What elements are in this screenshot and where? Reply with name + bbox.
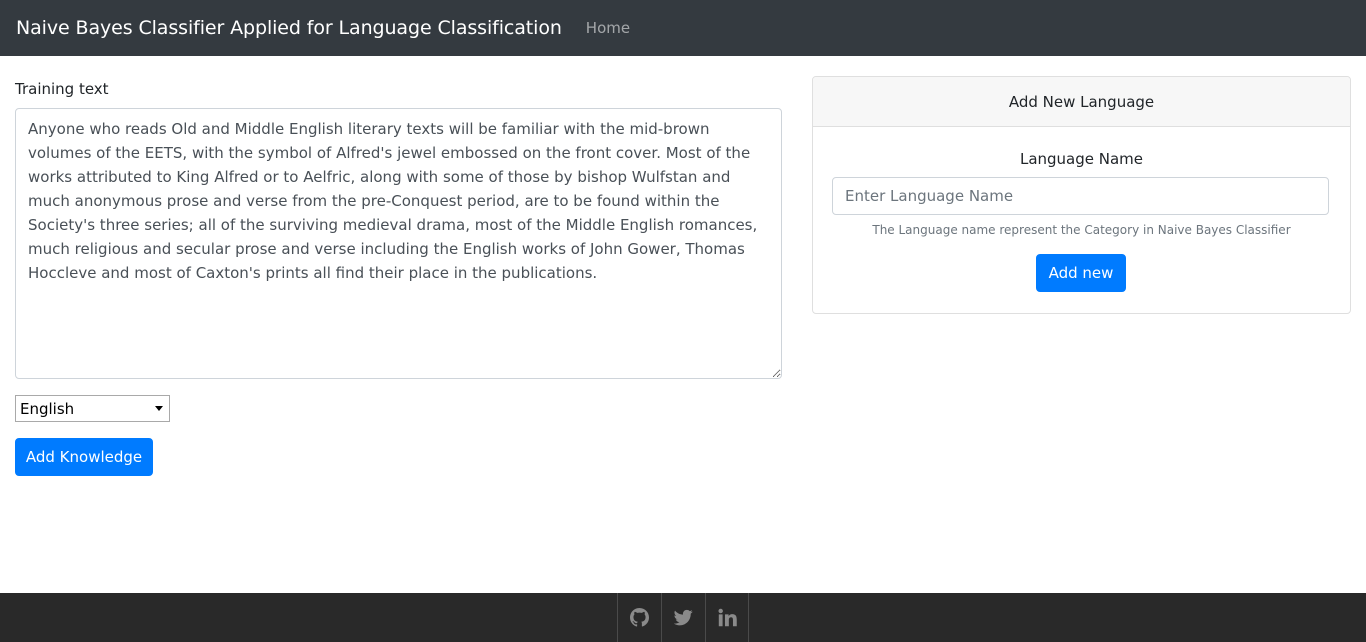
caret-down-icon	[155, 406, 163, 411]
github-icon	[630, 608, 649, 627]
language-name-label: Language Name	[1019, 150, 1144, 168]
github-link[interactable]	[617, 593, 661, 642]
navbar-brand[interactable]: Naive Bayes Classifier Applied for Langu…	[16, 17, 562, 39]
language-name-help-text: The Language name represent the Category…	[872, 223, 1291, 237]
language-select-value: English	[20, 399, 75, 418]
add-new-button[interactable]: Add new	[1036, 254, 1126, 292]
training-text-area[interactable]	[15, 108, 782, 379]
add-knowledge-button[interactable]: Add Knowledge	[15, 438, 153, 476]
linkedin-icon	[717, 608, 737, 627]
navbar: Naive Bayes Classifier Applied for Langu…	[0, 0, 1366, 56]
social-links	[617, 593, 749, 642]
twitter-link[interactable]	[661, 593, 705, 642]
nav-link-home[interactable]: Home	[586, 19, 630, 37]
language-select[interactable]: English	[15, 395, 170, 422]
add-language-form: Language Name The Language name represen…	[812, 76, 1351, 314]
linkedin-link[interactable]	[705, 593, 749, 642]
footer	[0, 593, 1366, 642]
training-text-label: Training text	[15, 80, 109, 98]
language-name-input[interactable]	[832, 177, 1329, 215]
twitter-icon	[674, 609, 693, 626]
